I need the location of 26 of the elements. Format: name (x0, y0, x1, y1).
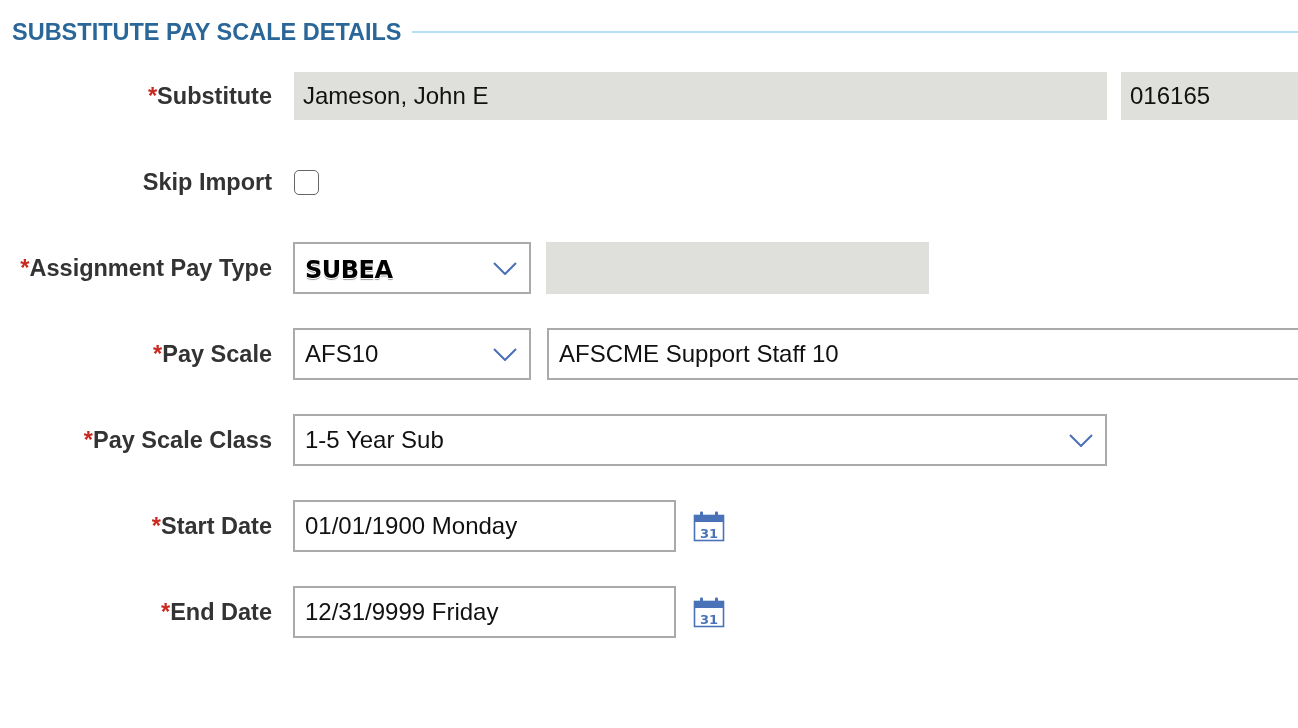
section-title: SUBSTITUTE PAY SCALE DETAILS (12, 18, 402, 46)
chevron-down-icon (493, 261, 517, 275)
field-label: End Date (170, 598, 272, 625)
dropdown[interactable]: 1-5 Year Sub (293, 414, 1107, 466)
required-asterisk: * (147, 82, 158, 109)
checkbox[interactable] (294, 169, 319, 195)
description-field[interactable]: AFSCME Support Staff 10 (547, 328, 1298, 380)
field-label: Pay Scale (162, 340, 272, 367)
chevron-down-icon (493, 347, 517, 361)
field-label: Pay Scale Class (93, 426, 272, 453)
required-asterisk: * (153, 340, 163, 367)
field-label: Start Date (161, 512, 272, 539)
field-label: Substitute (157, 82, 272, 109)
dropdown[interactable]: AFS10 (293, 328, 531, 380)
date-field[interactable]: 01/01/1900 Monday (293, 500, 676, 552)
required-asterisk: * (161, 598, 171, 625)
readonly-field: 016165 (1121, 72, 1298, 120)
chevron-down-icon (1069, 433, 1093, 447)
dropdown[interactable]: SUBEA (293, 242, 531, 294)
required-asterisk: * (151, 512, 161, 539)
field-label: Skip Import (142, 168, 272, 195)
required-asterisk: * (20, 254, 30, 281)
field-label: Assignment Pay Type (29, 254, 272, 281)
required-asterisk: * (83, 426, 93, 453)
date-field[interactable]: 12/31/9999 Friday (293, 586, 676, 638)
readonly-field: Jameson, John E (294, 72, 1107, 120)
